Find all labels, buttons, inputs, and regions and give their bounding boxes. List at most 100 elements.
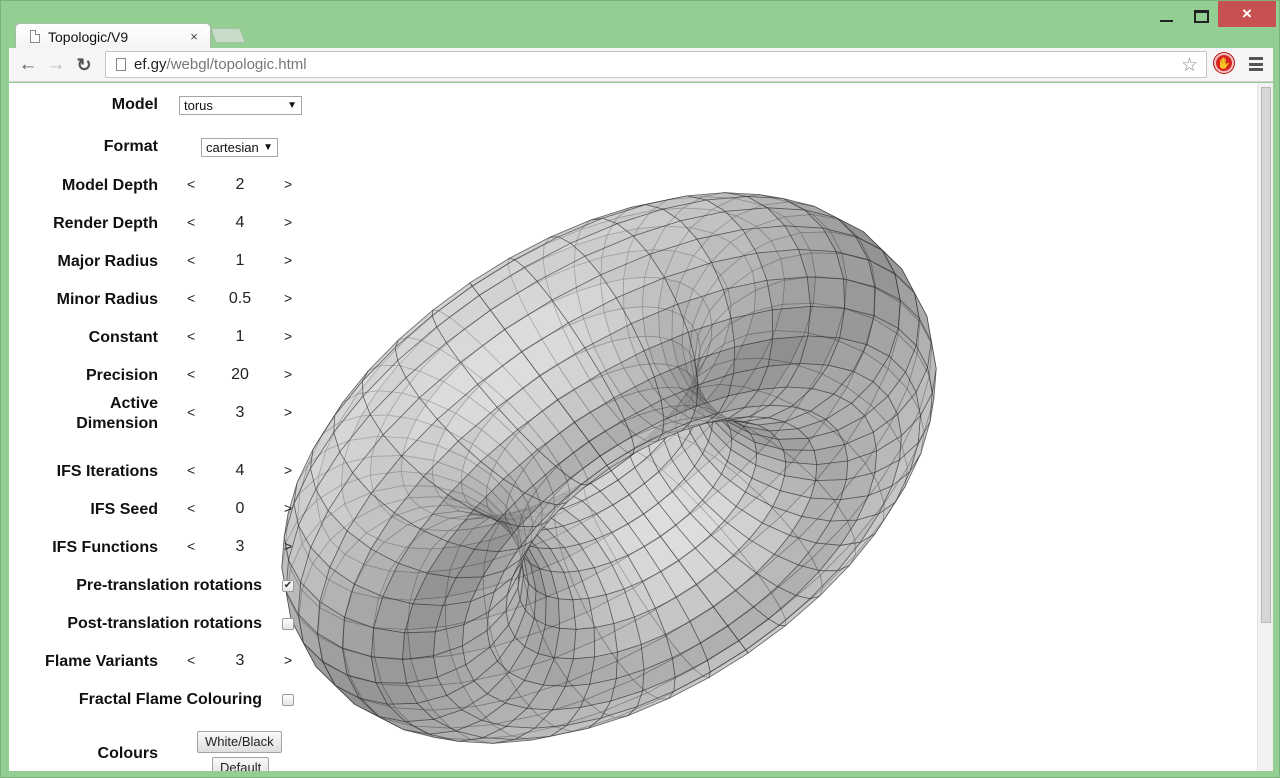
flame-variants-increment[interactable]: > (284, 652, 292, 668)
pre-translation-label: Pre-translation rotations (76, 577, 262, 594)
stepper-decrement[interactable]: < (187, 290, 195, 306)
page-content: Model torus ▼ Format cartesian ▼ Model D… (9, 83, 1273, 771)
torus-face (370, 627, 405, 660)
stepper-increment[interactable]: > (284, 500, 292, 516)
fractal-flame-colouring-label: Fractal Flame Colouring (78, 691, 262, 708)
tab-title: Topologic/V9 (48, 28, 129, 45)
dropdown-arrow-icon: ▼ (263, 142, 273, 153)
torus-face (593, 623, 618, 658)
stepper-decrement[interactable]: < (187, 500, 195, 516)
stepper-decrement[interactable]: < (187, 328, 195, 344)
forward-button[interactable]: → (45, 54, 67, 76)
new-tab-button[interactable] (210, 28, 246, 43)
stepper-value: 0.5 (228, 290, 252, 307)
stepper-label: IFS Iterations (56, 463, 158, 480)
close-window-button[interactable]: × (1218, 1, 1276, 27)
format-label: Format (103, 138, 158, 155)
torus-face (572, 627, 596, 660)
stepper-decrement[interactable]: < (187, 366, 195, 382)
format-select-value: cartesian (206, 140, 259, 155)
stepper-increment[interactable]: > (284, 328, 292, 344)
back-button[interactable]: ← (17, 54, 39, 76)
torus-face (807, 305, 846, 339)
minimize-icon (1159, 20, 1173, 22)
model-select[interactable]: torus ▼ (179, 96, 302, 115)
stepper-decrement[interactable]: < (187, 214, 195, 230)
stepper-label: IFS Functions (52, 539, 158, 556)
torus-face (806, 276, 846, 309)
menu-icon[interactable] (1249, 57, 1263, 71)
bookmark-star-icon[interactable]: ☆ (1181, 54, 1198, 77)
stepper-value: 20 (231, 366, 249, 383)
stepper-increment[interactable]: > (284, 214, 292, 230)
page-icon (116, 58, 126, 71)
torus-face (783, 449, 818, 466)
maximize-icon (1193, 9, 1209, 23)
stepper-label: Render Depth (53, 215, 158, 232)
browser-window: × Topologic/V9 × ← → ↻ ef.gy/webgl/topol… (0, 0, 1280, 778)
stepper-decrement[interactable]: < (187, 462, 195, 478)
webgl-canvas-torus[interactable] (279, 163, 979, 771)
stepper-value: 3 (235, 404, 245, 421)
browser-toolbar: ← → ↻ ef.gy/webgl/topologic.html ☆ ✋ (9, 48, 1273, 82)
tab-close-icon[interactable]: × (184, 29, 204, 44)
address-bar[interactable]: ef.gy/webgl/topologic.html ☆ (105, 51, 1207, 78)
torus-face (809, 479, 847, 501)
scrollbar-thumb[interactable] (1261, 87, 1271, 623)
post-translation-checkbox[interactable] (282, 618, 294, 630)
vertical-scrollbar[interactable] (1257, 83, 1273, 771)
stepper-decrement[interactable]: < (187, 176, 195, 192)
stepper-label: Precision (85, 367, 158, 384)
stepper-label: Model Depth (62, 177, 158, 194)
stepper-increment[interactable]: > (284, 462, 292, 478)
stepper-label: IFS Seed (90, 501, 158, 518)
adblock-extension-icon[interactable]: ✋ (1214, 53, 1234, 73)
stepper-increment[interactable]: > (284, 290, 292, 306)
reload-button[interactable]: ↻ (73, 54, 95, 76)
fractal-flame-colouring-checkbox[interactable] (282, 694, 294, 706)
flame-variants-label: Flame Variants (45, 653, 158, 670)
stepper-decrement[interactable]: < (187, 404, 195, 420)
hand-icon: ✋ (1217, 57, 1231, 70)
stepper-decrement[interactable]: < (187, 538, 195, 554)
flame-variants-decrement[interactable]: < (187, 652, 195, 668)
torus-face (771, 305, 811, 340)
url-host: ef.gy (134, 56, 167, 73)
stepper-value: 1 (235, 252, 245, 269)
torus-mesh (281, 192, 937, 744)
post-translation-label: Post-translation rotations (67, 615, 262, 632)
colours-label: Colours (97, 745, 158, 762)
white-black-button[interactable]: White/Black (197, 731, 282, 753)
stepper-value: 3 (235, 538, 245, 555)
stepper-value: 1 (235, 328, 245, 345)
flame-variants-value: 3 (235, 652, 245, 669)
stepper-label: Constant (88, 329, 158, 346)
format-select[interactable]: cartesian ▼ (201, 138, 278, 157)
stepper-increment[interactable]: > (284, 404, 292, 420)
torus-face (401, 631, 436, 660)
default-colours-button[interactable]: Default (212, 757, 270, 771)
stepper-label-line: Dimension (76, 415, 158, 432)
stepper-label: Major Radius (57, 253, 158, 270)
model-select-value: torus (184, 98, 213, 113)
stepper-label-line: Active (109, 395, 158, 412)
stepper-increment[interactable]: > (284, 538, 292, 554)
dropdown-arrow-icon: ▼ (287, 100, 297, 111)
torus-face (557, 598, 577, 630)
stepper-value: 2 (235, 176, 245, 193)
stepper-increment[interactable]: > (284, 176, 292, 192)
close-icon: × (1242, 4, 1252, 23)
torus-face (766, 276, 811, 311)
tab-topologic[interactable]: Topologic/V9 × (15, 23, 211, 49)
model-label: Model (111, 96, 158, 113)
stepper-increment[interactable]: > (284, 252, 292, 268)
stepper-label: Active Dimension (76, 394, 158, 434)
stepper-label: Minor Radius (56, 291, 158, 308)
torus-face (370, 656, 408, 684)
pre-translation-checkbox[interactable]: ✔ (282, 580, 294, 592)
stepper-increment[interactable]: > (284, 366, 292, 382)
minimize-button[interactable] (1151, 1, 1181, 31)
page-icon (30, 30, 40, 43)
maximize-button[interactable] (1186, 1, 1216, 31)
stepper-decrement[interactable]: < (187, 252, 195, 268)
